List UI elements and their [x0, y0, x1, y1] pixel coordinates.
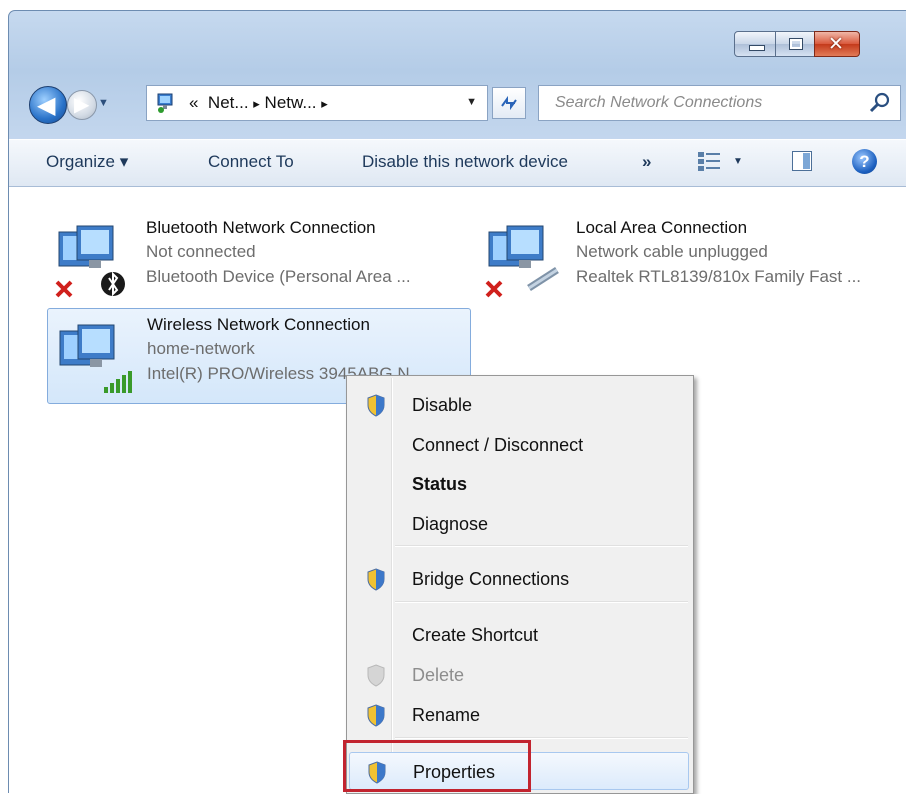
maximize-button[interactable]	[775, 31, 815, 57]
close-icon: ✕	[828, 34, 844, 55]
menu-item-label: Bridge Connections	[412, 569, 570, 589]
organize-button[interactable]: Organize ▾	[46, 152, 128, 172]
breadcrumb: « Net... ▸ Netw... ▸	[189, 93, 328, 113]
menu-item-label: Connect / Disconnect	[412, 435, 584, 455]
menu-item-status[interactable]: Status	[349, 465, 689, 503]
uac-shield-icon	[366, 704, 386, 727]
connection-status: Network cable unplugged	[576, 242, 768, 261]
menu-separator	[395, 737, 688, 739]
connection-name: Bluetooth Network Connection	[146, 218, 376, 237]
connection-item-local-area[interactable]: Local Area Connection Network cable unpl…	[479, 218, 899, 298]
refresh-icon	[501, 95, 517, 111]
forward-button[interactable]: ▶	[67, 90, 97, 120]
address-dropdown-icon[interactable]: ▼	[466, 96, 477, 108]
menu-item-bridge-connections[interactable]: Bridge Connections	[349, 560, 689, 598]
menu-item-label: Create Shortcut	[412, 625, 539, 645]
menu-item-label: Status	[412, 474, 468, 494]
menu-item-label: Disable	[412, 395, 473, 415]
recent-pages-dropdown-icon[interactable]: ▼	[98, 97, 109, 109]
menu-item-diagnose[interactable]: Diagnose	[349, 505, 689, 543]
close-button[interactable]: ✕	[814, 31, 860, 57]
preview-pane-icon[interactable]	[791, 150, 813, 172]
uac-shield-icon	[366, 568, 386, 591]
back-button[interactable]: ◀	[29, 86, 67, 124]
annotation-highlight-box	[343, 740, 531, 792]
context-menu: Disable Connect / Disconnect Status Diagnos…	[346, 375, 694, 794]
navigation-row: ◀ ▶ ▼ « Net... ▸ Netw... ▸ ▼ Search Netw…	[9, 81, 906, 129]
menu-item-create-shortcut[interactable]: Create Shortcut	[349, 616, 689, 654]
connect-to-button[interactable]: Connect To	[208, 152, 294, 172]
search-box[interactable]: Search Network Connections	[538, 85, 901, 121]
more-commands-button[interactable]: »	[642, 152, 651, 172]
breadcrumb-network-connections[interactable]: Netw...	[265, 93, 317, 112]
connection-status: Not connected	[146, 242, 256, 261]
connection-item-bluetooth[interactable]: Bluetooth Network Connection Not connect…	[49, 218, 449, 298]
menu-separator	[395, 545, 688, 547]
disable-network-device-button[interactable]: Disable this network device	[362, 152, 568, 172]
connection-name: Local Area Connection	[576, 218, 748, 237]
menu-item-label: Delete	[412, 665, 465, 685]
address-bar[interactable]: « Net... ▸ Netw... ▸ ▼	[146, 85, 488, 121]
menu-item-label: Diagnose	[412, 514, 489, 534]
network-computer-icon	[59, 324, 132, 393]
minimize-icon	[749, 45, 765, 51]
connection-device: Bluetooth Device (Personal Area ...	[146, 267, 411, 286]
breadcrumb-separator[interactable]: ▸	[253, 96, 260, 111]
change-view-icon[interactable]	[695, 149, 725, 173]
network-computer-icon	[485, 225, 559, 298]
menu-item-delete: Delete	[349, 656, 689, 694]
minimize-button[interactable]	[734, 31, 776, 57]
breadcrumb-separator[interactable]: ▸	[321, 96, 328, 111]
maximize-icon	[789, 38, 803, 50]
command-bar: Organize ▾ Connect To Disable this netwo…	[9, 139, 906, 187]
help-icon[interactable]: ?	[852, 149, 877, 174]
connection-device: Realtek RTL8139/810x Family Fast ...	[576, 267, 862, 286]
menu-item-label: Rename	[412, 705, 481, 725]
back-arrow-icon: ◀	[37, 92, 56, 119]
breadcrumb-overflow[interactable]: «	[189, 93, 198, 112]
menu-item-disable[interactable]: Disable	[349, 386, 689, 424]
search-icon[interactable]	[868, 91, 892, 115]
breadcrumb-network[interactable]: Net...	[208, 93, 249, 112]
connection-status: home-network	[147, 339, 255, 358]
menu-separator	[395, 601, 688, 603]
network-connections-icon	[157, 93, 173, 113]
search-placeholder: Search Network Connections	[555, 94, 763, 111]
menu-item-connect-disconnect[interactable]: Connect / Disconnect	[349, 426, 689, 464]
view-options-dropdown-icon[interactable]: ▼	[733, 156, 743, 167]
title-bar: ✕	[9, 11, 906, 66]
refresh-button[interactable]	[492, 87, 526, 119]
forward-arrow-icon: ▶	[74, 94, 90, 116]
menu-item-rename[interactable]: Rename	[349, 696, 689, 734]
network-computer-icon	[55, 225, 125, 298]
connection-name: Wireless Network Connection	[147, 315, 370, 334]
uac-shield-icon	[366, 394, 386, 417]
uac-shield-icon	[366, 664, 386, 687]
